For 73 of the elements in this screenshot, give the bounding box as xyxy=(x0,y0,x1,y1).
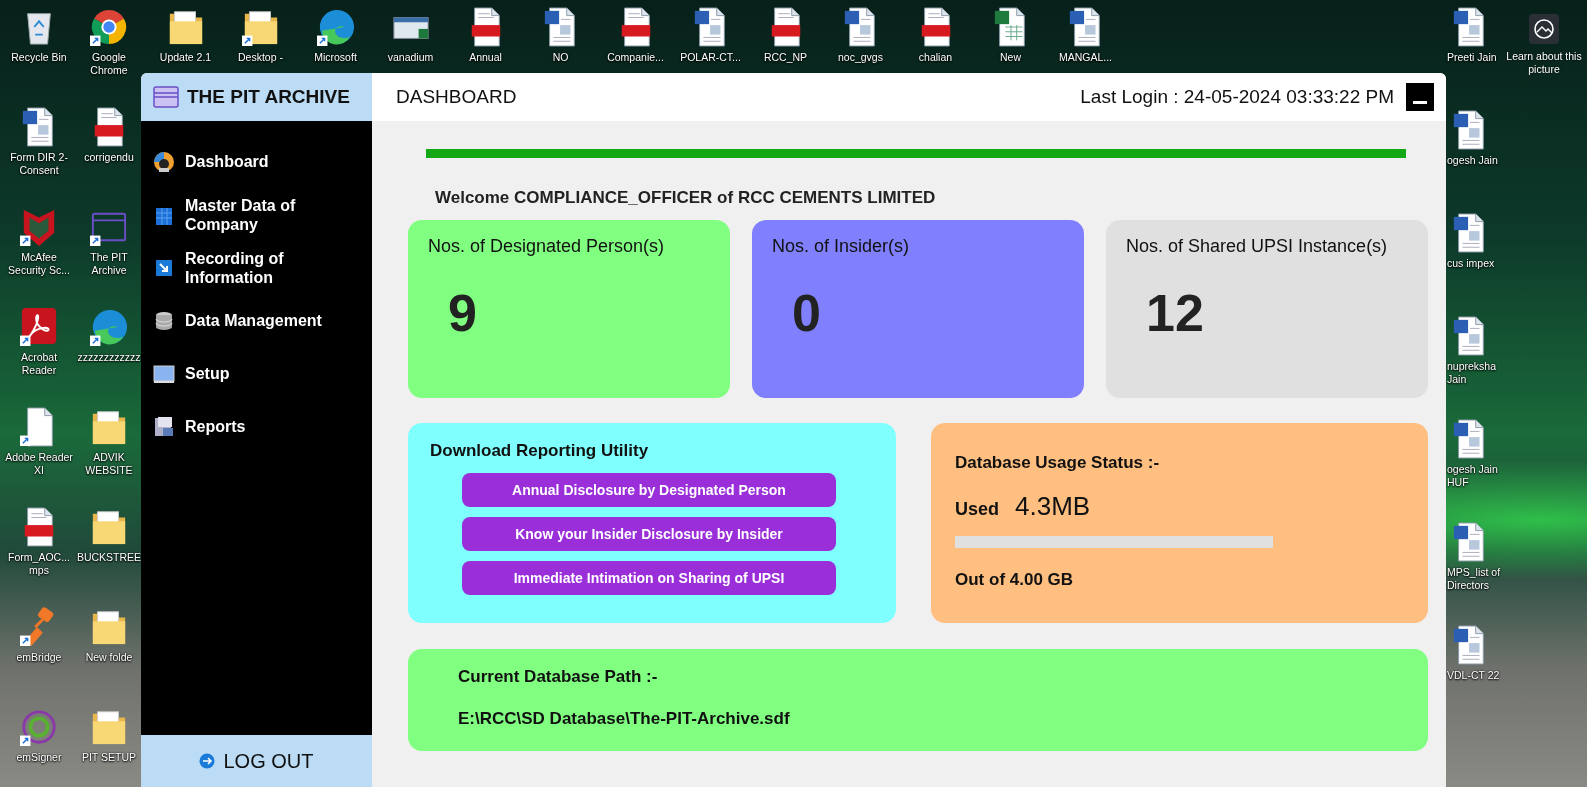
desktop-icon-label[interactable]: ogesh Jain HUF xyxy=(1447,463,1517,490)
desktop-icon-label[interactable]: noc_gvgs xyxy=(838,51,883,65)
sidebar-item[interactable]: Master Data of Company xyxy=(153,188,343,241)
arrow-circle-icon xyxy=(199,753,216,769)
desktop-icon-label[interactable]: POLAR-CT... xyxy=(680,51,741,65)
used-label: Used xyxy=(955,499,999,520)
desktop-icon-label[interactable]: Companie... xyxy=(607,51,664,65)
desktop-icon-label[interactable]: Form DIR 2-Consent xyxy=(3,151,75,178)
desktop-icon-label[interactable]: Form_AOC... mps xyxy=(3,551,75,578)
desktop-icon-label[interactable]: New folde xyxy=(85,651,133,665)
sidebar-item[interactable]: Data Management xyxy=(153,294,343,347)
stat-value: 12 xyxy=(1146,283,1205,343)
desktop-icon-label[interactable]: Acrobat Reader xyxy=(3,351,75,378)
database-path: E:\RCC\SD Database\The-PIT-Archive.sdf xyxy=(458,709,791,729)
download-button[interactable]: Annual Disclosure by Designated Person xyxy=(462,473,836,507)
sidebar-item[interactable]: Reports xyxy=(153,400,343,453)
desktop-icon-label[interactable]: NO xyxy=(552,51,569,65)
page-title: DASHBOARD xyxy=(396,86,518,108)
logout-button[interactable]: LOG OUT xyxy=(141,735,372,787)
stat-label: Nos. of Designated Person(s) xyxy=(428,236,666,257)
desktop-icon-label[interactable]: PIT SETUP xyxy=(81,751,137,765)
desktop-icon-label[interactable]: Learn about this picture xyxy=(1506,50,1582,77)
desktop-icon-label[interactable]: chalian xyxy=(918,51,953,65)
desktop-icon-label[interactable]: New xyxy=(1000,51,1021,65)
minimize-button[interactable] xyxy=(1406,83,1434,111)
window-icon xyxy=(153,86,179,108)
desktop-icon-label[interactable]: Google Chrome xyxy=(78,51,140,78)
sidebar-item[interactable]: Setup xyxy=(153,347,343,400)
desktop-icon-label[interactable]: Recycle Bin xyxy=(11,51,67,65)
desktop-icon-label[interactable]: vanadium xyxy=(387,51,434,65)
stat-label: Nos. of Shared UPSI Instance(s) xyxy=(1126,236,1389,257)
desktop-icon-label[interactable]: Update 2.1 xyxy=(159,51,212,65)
setup-menu-icon xyxy=(153,362,175,385)
reports-menu-icon xyxy=(153,415,175,438)
picture-info-icon[interactable] xyxy=(1529,14,1559,44)
used-value: 4.3MB xyxy=(1015,491,1091,522)
desktop-icon-label[interactable]: Annual xyxy=(469,51,502,65)
card-title: Download Reporting Utility xyxy=(430,441,649,461)
desktop-icon-label[interactable]: ogesh Jain xyxy=(1447,154,1498,168)
desktop-icon-label[interactable]: Preeti Jain xyxy=(1447,51,1497,65)
desktop-icon-label[interactable]: ADVIK WEBSITE xyxy=(78,451,140,478)
desktop-icon-label[interactable]: VDL-CT 22 xyxy=(1447,669,1500,683)
desktop-icon-label[interactable]: McAfee Security Sc... xyxy=(3,251,75,278)
desktop-icon-label[interactable]: MPS_list of Directors xyxy=(1447,566,1517,593)
desktop-icon-label[interactable]: nupreksha Jain xyxy=(1447,360,1517,387)
download-button[interactable]: Know your Insider Disclosure by Insider xyxy=(462,517,836,551)
sidebar-item[interactable]: Dashboard xyxy=(153,135,343,188)
sidebar-item[interactable]: Recording of Information xyxy=(153,241,343,294)
desktop-icon-label[interactable]: MANGAL... xyxy=(1058,51,1113,65)
desktop-icon-label[interactable]: emBridge xyxy=(16,651,62,665)
usage-total: Out of 4.00 GB xyxy=(955,570,1075,590)
desktop-icon-label[interactable]: emSigner xyxy=(16,751,62,765)
pdf-reader-icon[interactable] xyxy=(20,306,58,348)
desktop-icon-label[interactable]: BUCKSTREE xyxy=(76,551,142,565)
stat-value: 0 xyxy=(792,283,822,343)
last-login-text: Last Login : 24-05-2024 03:33:22 PM xyxy=(1080,86,1394,108)
desktop-icon-label[interactable]: cus impex xyxy=(1447,257,1495,271)
stat-label: Nos. of Insider(s) xyxy=(772,236,911,257)
stat-value: 9 xyxy=(448,283,478,343)
data-menu-icon xyxy=(153,309,175,332)
desktop-icon-label[interactable]: zzzzzzzzzzzz xyxy=(77,351,141,365)
desktop-icon-label[interactable]: Microsoft xyxy=(314,51,357,65)
desktop-icon-label[interactable]: corrigendu xyxy=(84,151,134,165)
desktop-icon-label[interactable]: Desktop - xyxy=(238,51,283,65)
app-title: THE PIT ARCHIVE xyxy=(187,86,350,108)
desktop-icon-label[interactable]: The PIT Archive xyxy=(78,251,140,278)
download-button[interactable]: Immediate Intimation on Sharing of UPSI xyxy=(462,561,836,595)
dashboard-menu-icon xyxy=(153,150,175,173)
card-title: Current Database Path :- xyxy=(458,667,659,687)
welcome-text: Welcome COMPLIANCE_OFFICER of RCC CEMENTS LIMITED xyxy=(435,188,937,208)
desktop-icon-label[interactable]: RCC_NP xyxy=(763,51,808,65)
desktop-icon-label[interactable]: Adobe Reader XI xyxy=(3,451,75,478)
card-title: Database Usage Status :- xyxy=(955,453,1161,473)
